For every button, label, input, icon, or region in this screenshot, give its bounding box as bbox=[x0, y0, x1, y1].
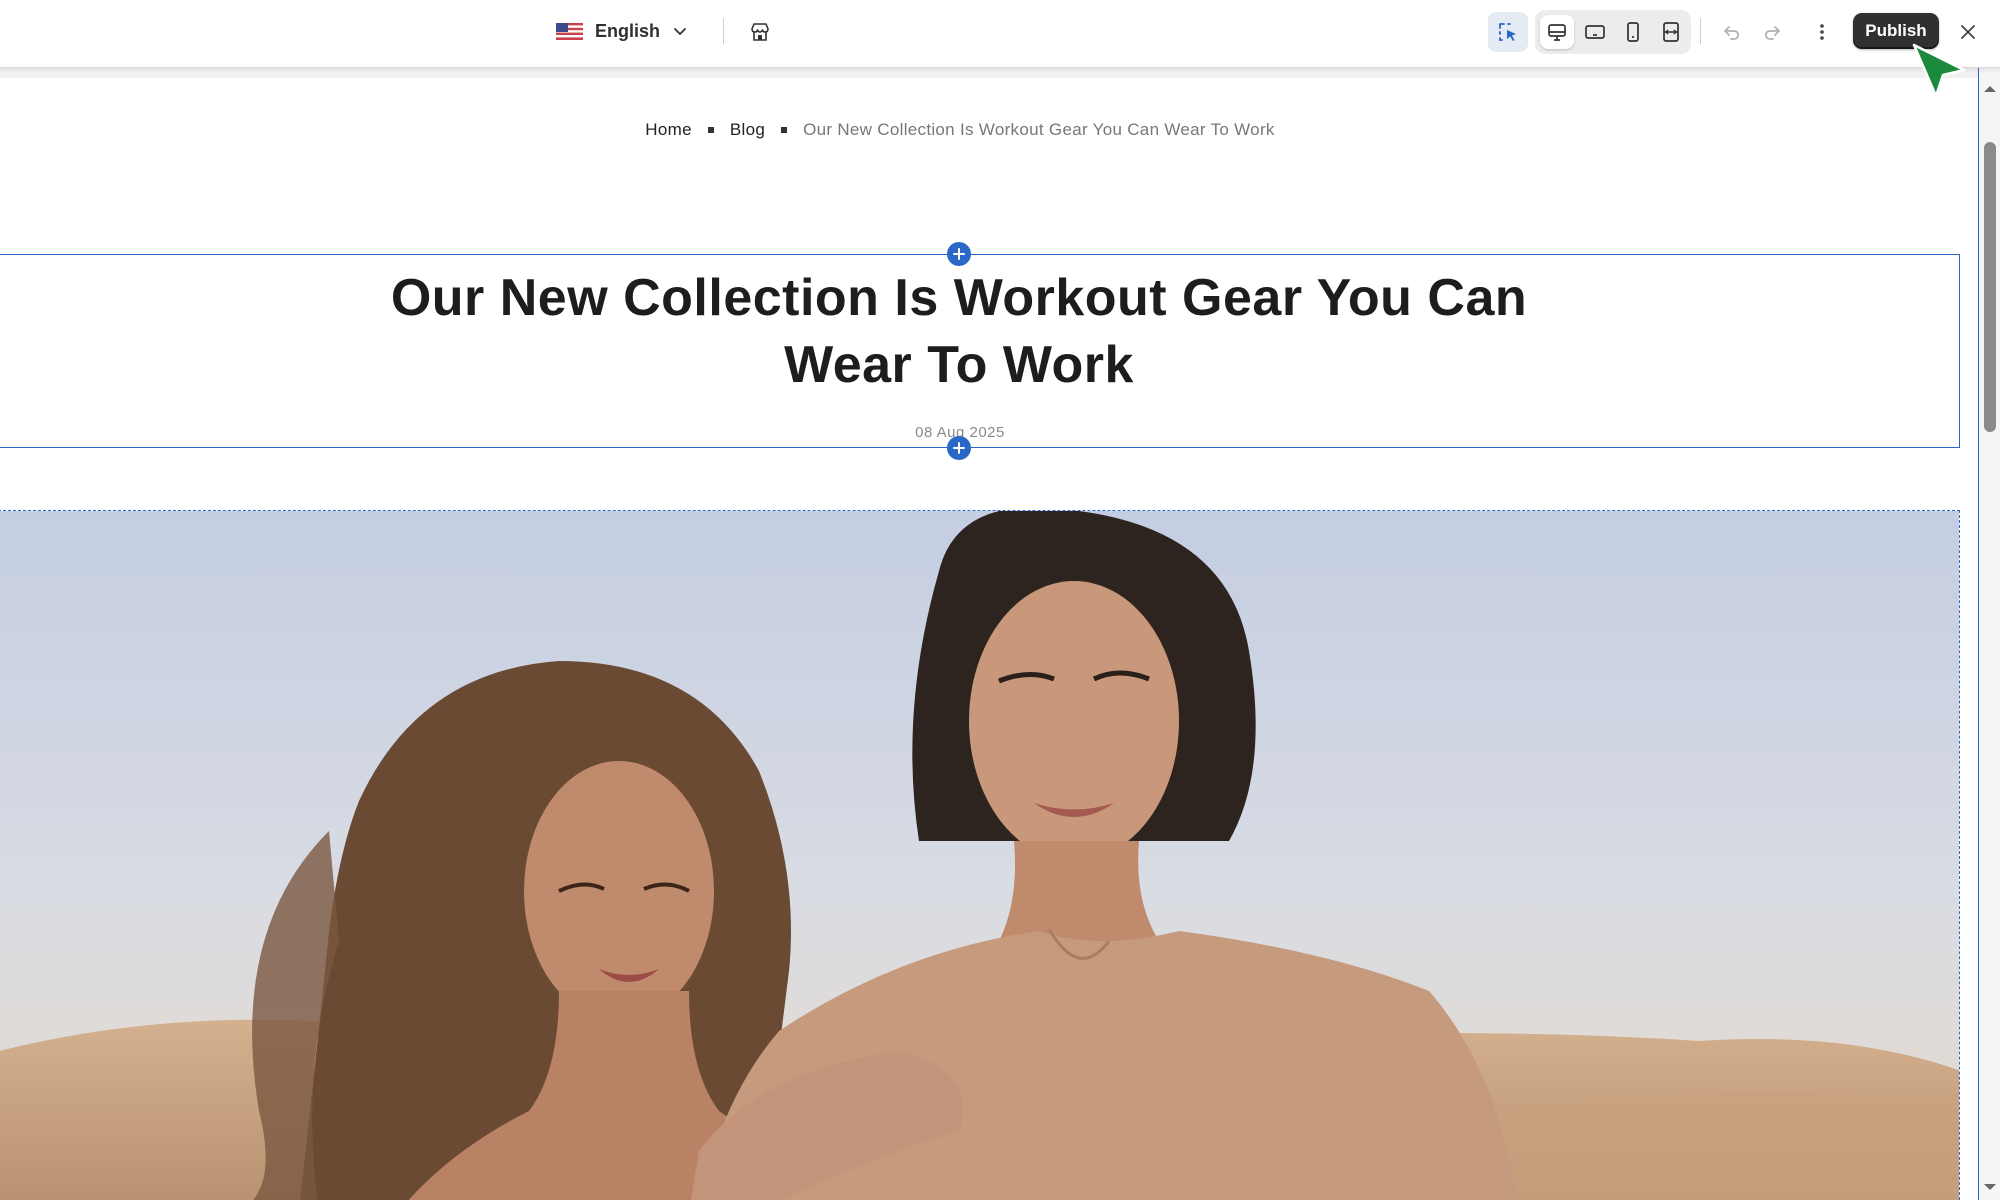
language-selector[interactable]: English bbox=[556, 14, 688, 48]
store-icon bbox=[751, 23, 769, 41]
undo-icon bbox=[1724, 26, 1739, 40]
breadcrumb: Home Blog Our New Collection Is Workout … bbox=[0, 120, 1920, 140]
tablet-view-button[interactable] bbox=[1578, 15, 1612, 49]
inspector-select-button[interactable] bbox=[1488, 12, 1528, 52]
tablet-landscape-icon bbox=[1585, 25, 1605, 39]
article-hero-image[interactable] bbox=[0, 510, 1960, 1200]
scroll-down-icon bbox=[1984, 1184, 1996, 1190]
redo-button[interactable] bbox=[1754, 14, 1790, 50]
undo-button[interactable] bbox=[1714, 14, 1750, 50]
desktop-view-button[interactable] bbox=[1540, 15, 1574, 49]
device-preview-group bbox=[1535, 10, 1691, 54]
mobile-view-button[interactable] bbox=[1616, 15, 1650, 49]
more-options-button[interactable] bbox=[1804, 14, 1840, 50]
canvas-scrollbar[interactable] bbox=[1978, 68, 2000, 1200]
canvas-top-strip bbox=[0, 68, 1978, 78]
mouse-cursor-icon bbox=[1912, 43, 1966, 98]
breadcrumb-current: Our New Collection Is Workout Gear You C… bbox=[803, 120, 1275, 139]
article-title-line-1: Our New Collection Is Workout Gear You C… bbox=[390, 269, 1528, 327]
toolbar-divider bbox=[723, 18, 724, 44]
plus-icon bbox=[953, 248, 965, 260]
breadcrumb-blog-link[interactable]: Blog bbox=[730, 120, 765, 140]
page-preview-canvas: Home Blog Our New Collection Is Workout … bbox=[0, 68, 1978, 1200]
more-vertical-icon bbox=[1820, 24, 1824, 40]
redo-icon bbox=[1765, 26, 1780, 40]
mobile-icon bbox=[1627, 22, 1639, 42]
plus-icon bbox=[953, 442, 965, 454]
us-flag-icon bbox=[556, 22, 583, 40]
hero-photo bbox=[0, 511, 1959, 1200]
breadcrumb-separator bbox=[707, 127, 714, 133]
store-button[interactable] bbox=[742, 14, 778, 50]
editor-toolbar: English Publish bbox=[0, 0, 2000, 68]
scroll-thumb[interactable] bbox=[1984, 142, 1996, 432]
fullwidth-icon bbox=[1663, 22, 1679, 42]
scroll-up-icon bbox=[1984, 86, 1996, 92]
desktop-icon bbox=[1548, 24, 1566, 41]
article-title: Our New Collection Is Workout Gear You C… bbox=[0, 265, 1919, 399]
toolbar-divider bbox=[1700, 18, 1701, 44]
add-section-above-button[interactable] bbox=[947, 242, 971, 266]
selected-title-section[interactable]: Our New Collection Is Workout Gear You C… bbox=[0, 254, 1960, 448]
close-icon bbox=[1961, 25, 1975, 39]
fullwidth-view-button[interactable] bbox=[1654, 15, 1688, 49]
breadcrumb-separator bbox=[781, 127, 788, 133]
article-title-line-2: Wear To Work bbox=[784, 336, 1134, 394]
chevron-down-icon bbox=[674, 28, 686, 35]
language-label: English bbox=[595, 20, 661, 41]
breadcrumb-home-link[interactable]: Home bbox=[645, 120, 692, 140]
add-section-below-button[interactable] bbox=[947, 436, 971, 460]
inspector-select-icon bbox=[1499, 23, 1516, 41]
